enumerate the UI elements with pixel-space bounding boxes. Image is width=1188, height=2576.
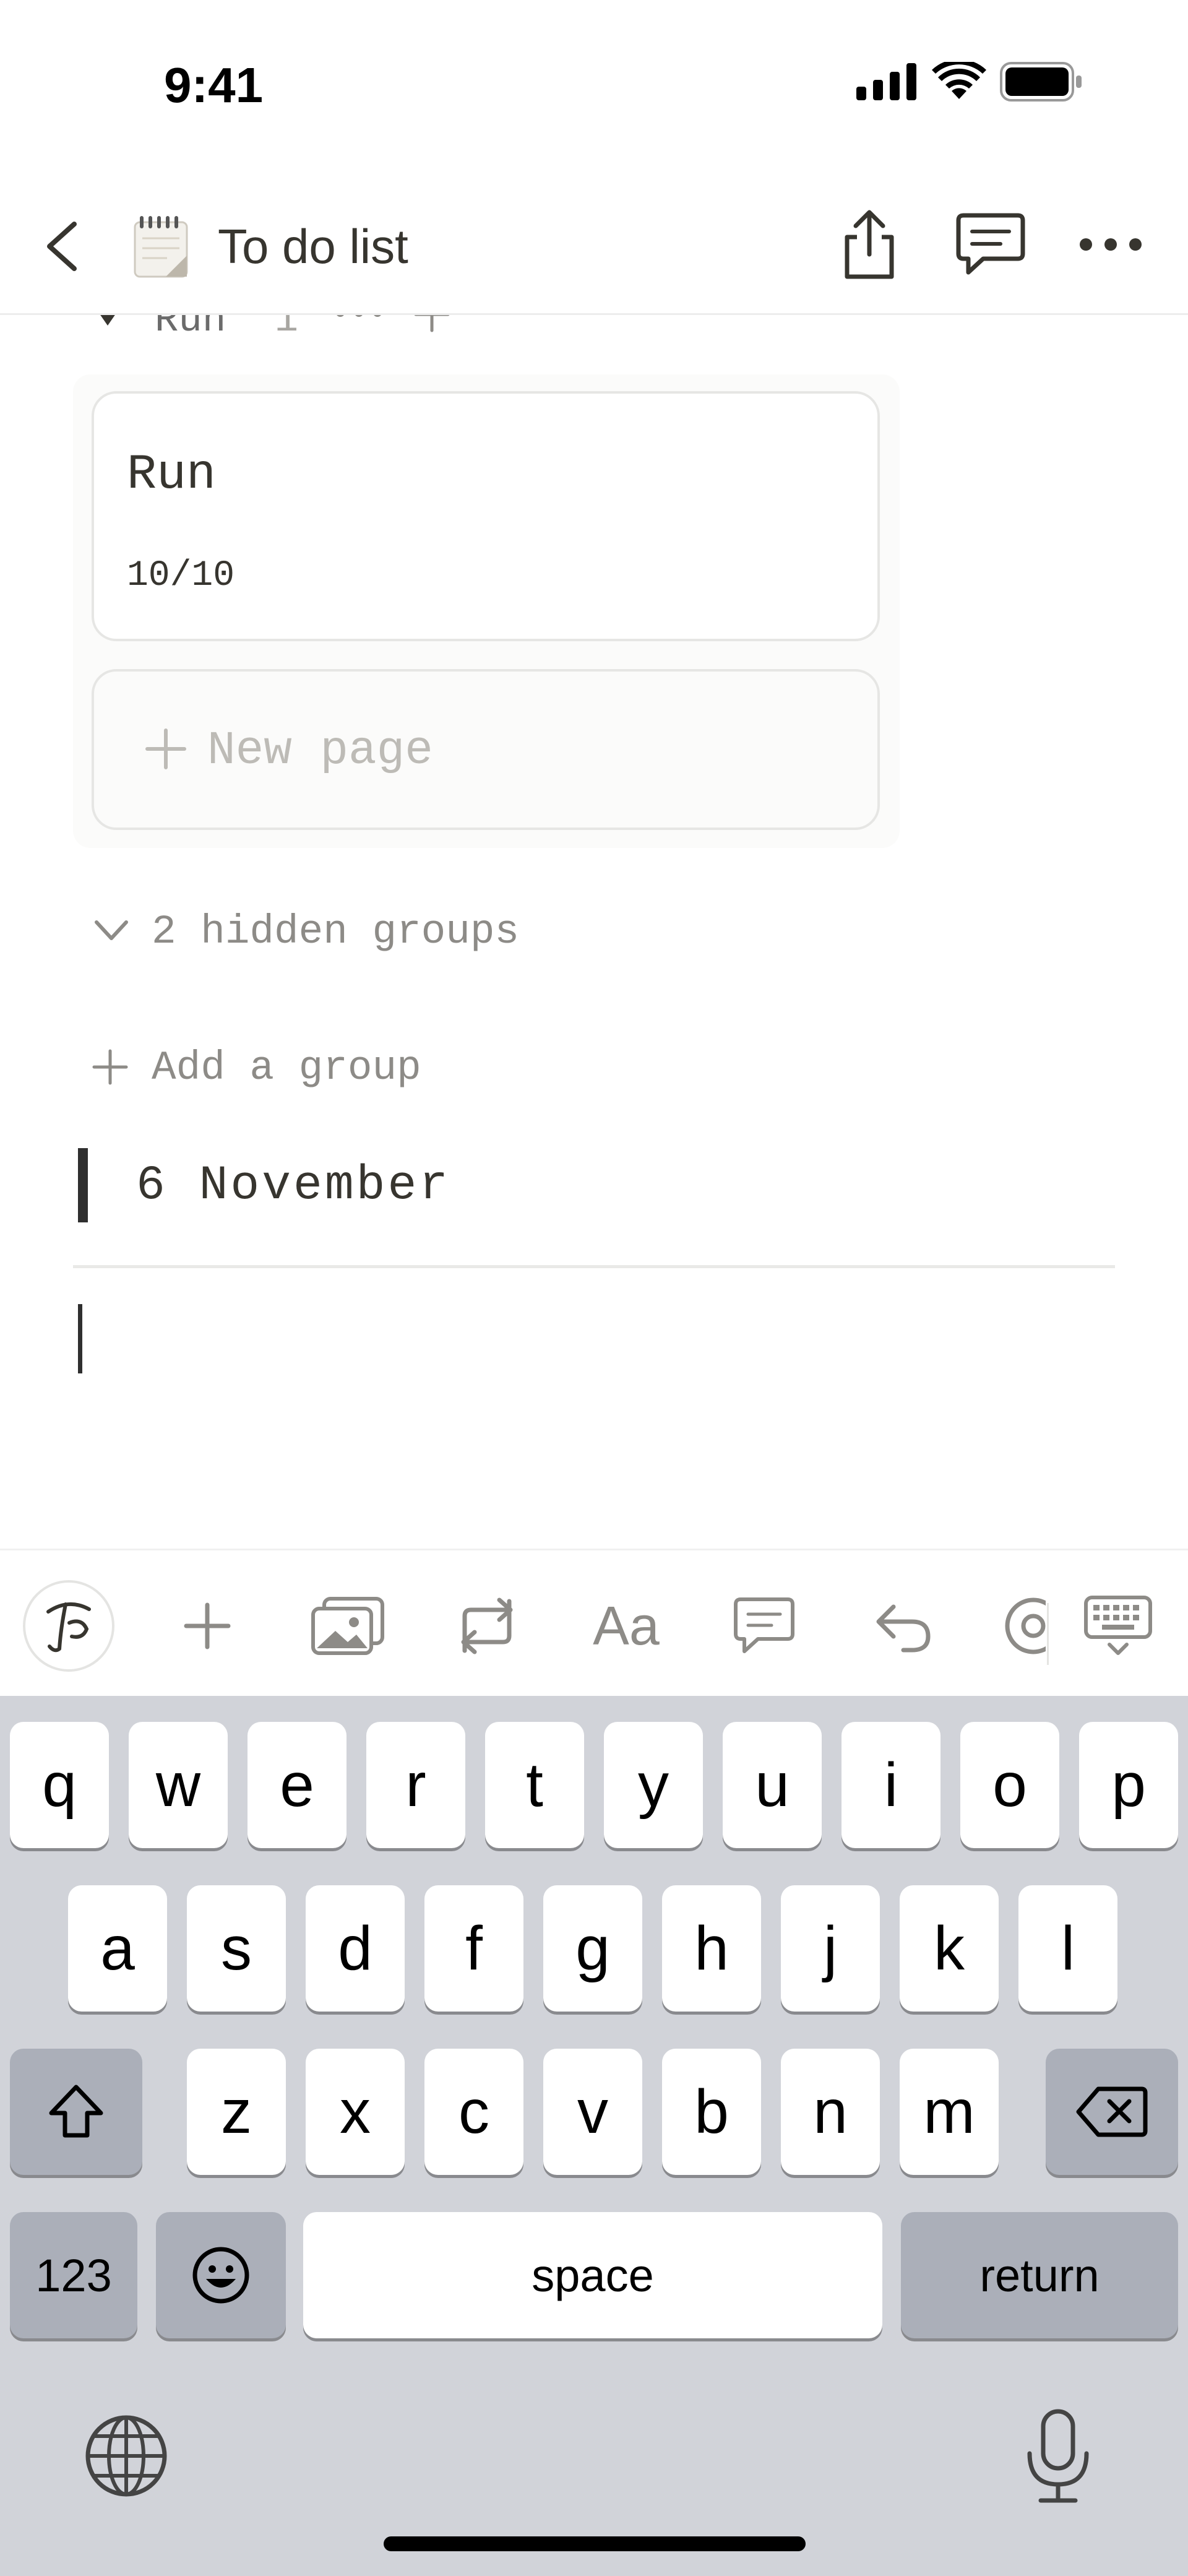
divider [73,1265,1115,1268]
mention-button[interactable] [996,1580,1046,1672]
key-y[interactable]: y [604,1722,703,1848]
key-r[interactable]: r [366,1722,465,1848]
card-title: Run [127,447,217,503]
key-n[interactable]: n [781,2049,880,2175]
shift-icon [49,2085,103,2138]
quote-block[interactable]: 6 November [136,1159,450,1213]
add-group-button[interactable]: Add a group [152,1045,421,1091]
add-group-plus-icon [92,1049,128,1085]
key-z[interactable]: z [187,2049,286,2175]
insert-image-button[interactable] [301,1580,394,1672]
card-subtitle: 10/10 [127,556,235,596]
key-g[interactable]: g [543,1885,642,2012]
key-u[interactable]: u [723,1722,822,1848]
key-s[interactable]: s [187,1885,286,2012]
text-style-label: Aa [593,1595,660,1656]
at-sign-icon [1005,1597,1046,1654]
new-page-label: New page [207,724,433,777]
return-key[interactable]: return [901,2212,1178,2338]
key-j[interactable]: j [781,1885,880,2012]
globe-icon[interactable] [84,2414,168,2498]
ai-button[interactable] [22,1580,115,1672]
space-key-label: space [532,2249,654,2301]
insert-block-button[interactable] [161,1580,254,1672]
chevron-down-icon[interactable] [92,915,131,946]
key-x[interactable]: x [306,2049,405,2175]
cellular-signal-icon [856,63,916,100]
key-h[interactable]: h [662,1885,761,2012]
turn-into-icon [461,1597,513,1654]
hidden-groups-toggle[interactable]: 2 hidden groups [152,909,519,955]
text-cursor[interactable] [78,1304,82,1373]
comment-button[interactable] [718,1580,811,1672]
delete-key[interactable] [1046,2049,1178,2175]
wifi-icon [932,62,986,99]
key-o[interactable]: o [960,1722,1059,1848]
microphone-icon[interactable] [1021,2408,1095,2504]
ai-face-icon [23,1580,114,1672]
return-key-label: return [979,2249,1100,2301]
home-indicator[interactable] [384,2536,806,2551]
comment-icon [956,213,1025,275]
key-i[interactable]: i [842,1722,940,1848]
key-m[interactable]: m [900,2049,999,2175]
notepad-icon [134,216,188,278]
status-time: 9:41 [164,58,264,113]
comments-button[interactable] [950,204,1031,285]
undo-button[interactable] [857,1580,950,1672]
text-style-button[interactable]: Aa [580,1580,673,1672]
shift-key[interactable] [10,2049,142,2175]
key-e[interactable]: e [248,1722,346,1848]
key-w[interactable]: w [129,1722,228,1848]
dismiss-keyboard-button[interactable] [1072,1580,1164,1672]
numbers-key[interactable]: 123 [10,2212,137,2338]
board-card[interactable] [92,391,880,641]
image-icon [311,1597,384,1655]
key-q[interactable]: q [10,1722,109,1848]
status-icons [856,62,1083,102]
toolbar-separator [1047,1603,1049,1665]
key-b[interactable]: b [662,2049,761,2175]
keyboard: q w e r t y u i o p a s d f g h j k l z … [0,1696,1188,2576]
space-key[interactable]: space [303,2212,882,2338]
key-l[interactable]: l [1018,1885,1117,2012]
battery-icon [1000,62,1082,102]
key-d[interactable]: d [306,1885,405,2012]
share-button[interactable] [829,204,910,285]
key-f[interactable]: f [424,1885,523,2012]
more-options-button[interactable] [1070,204,1151,285]
quote-bar [78,1148,88,1222]
page-title: To do list [218,219,408,274]
key-c[interactable]: c [424,2049,523,2175]
share-icon [845,210,894,279]
keyboard-hide-icon [1084,1596,1152,1655]
turn-into-button[interactable] [441,1580,533,1672]
backspace-icon [1076,2086,1148,2137]
numbers-key-label: 123 [35,2249,112,2301]
undo-icon [876,1604,931,1653]
key-v[interactable]: v [543,2049,642,2175]
emoji-key[interactable] [156,2212,286,2338]
more-horizontal-icon [1080,238,1142,251]
emoji-icon [192,2247,249,2304]
comment-icon [734,1597,794,1653]
plus-icon [184,1602,231,1649]
back-chevron-icon[interactable] [37,217,93,276]
key-t[interactable]: t [485,1722,584,1848]
key-p[interactable]: p [1079,1722,1178,1848]
plus-icon [145,728,186,769]
key-a[interactable]: a [68,1885,167,2012]
key-k[interactable]: k [900,1885,999,2012]
